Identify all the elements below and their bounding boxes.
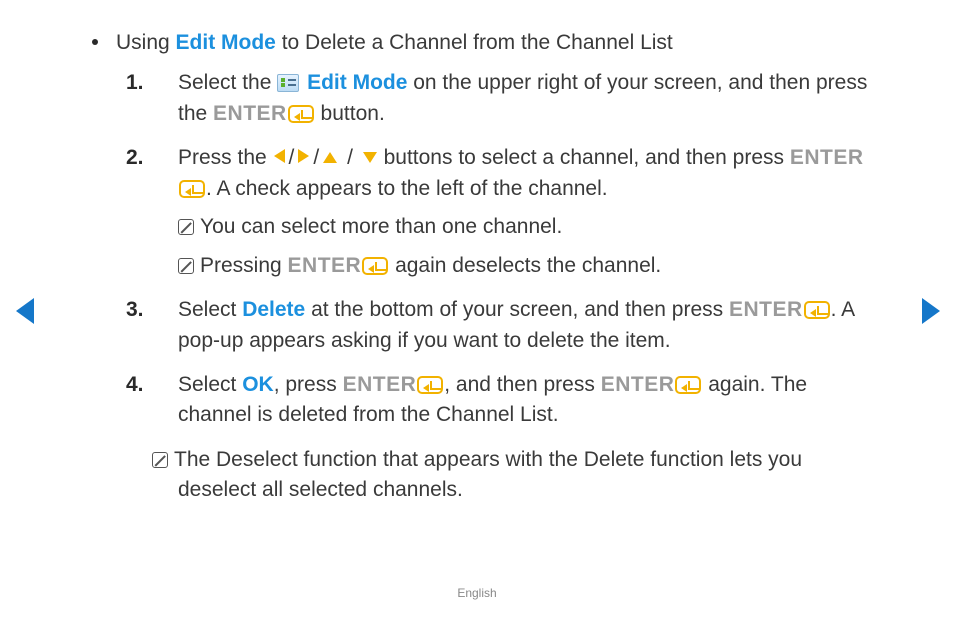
enter-label: ENTER (213, 102, 287, 125)
heading-prefix: Using (116, 31, 176, 54)
enter-label: ENTER (790, 146, 864, 169)
step-1: 1.Select the Edit Mode on the upper righ… (152, 68, 884, 129)
heading-suffix: to Delete a Channel from the Channel Lis… (276, 31, 673, 54)
heading-text: Using Edit Mode to Delete a Channel from… (116, 28, 673, 58)
step-number: 1. (152, 68, 178, 98)
enter-icon (179, 180, 205, 198)
next-page-button[interactable] (922, 298, 940, 324)
enter-icon (362, 257, 388, 275)
step-text: button. (315, 102, 385, 125)
step-number: 4. (152, 370, 178, 400)
step-text: Press the (178, 146, 273, 169)
step-text: buttons to select a channel, and then pr… (378, 146, 790, 169)
enter-icon (288, 105, 314, 123)
ok-link: OK (242, 373, 274, 396)
edit-mode-icon (277, 74, 299, 92)
note-icon (178, 258, 194, 274)
note-row: You can select more than one channel. (178, 212, 884, 242)
step-4: 4.Select OK, press ENTER, and then press… (152, 370, 884, 431)
step-text: . A check appears to the left of the cha… (206, 177, 608, 200)
footer-language: English (0, 585, 954, 602)
enter-icon (417, 376, 443, 394)
slash: / (289, 146, 295, 169)
step-text: , and then press (444, 373, 600, 396)
enter-label: ENTER (729, 298, 803, 321)
note-text: Pressing (200, 254, 288, 277)
note-text: You can select more than one channel. (200, 215, 562, 238)
step-text: Select (178, 373, 242, 396)
outer-note-row: The Deselect function that appears with … (152, 445, 884, 506)
arrow-down-icon (363, 152, 377, 163)
heading-row: Using Edit Mode to Delete a Channel from… (92, 28, 884, 58)
edit-mode-link: Edit Mode (307, 71, 407, 94)
note-icon (152, 452, 168, 468)
note-icon (178, 219, 194, 235)
note-text: again deselects the channel. (389, 254, 661, 277)
note-row: Pressing ENTER again deselects the chann… (178, 251, 884, 281)
step-2: 2.Press the / / / buttons to select a cha… (152, 143, 884, 281)
arrow-up-icon (323, 152, 337, 163)
steps-list: 1.Select the Edit Mode on the upper righ… (152, 68, 884, 430)
document-body: Using Edit Mode to Delete a Channel from… (0, 0, 954, 506)
delete-link: Delete (242, 298, 305, 321)
step-text: Select (178, 298, 242, 321)
enter-icon (675, 376, 701, 394)
step-text: Select the (178, 71, 277, 94)
outer-note-text: The Deselect function that appears with … (174, 448, 802, 501)
enter-icon (804, 301, 830, 319)
step-text: at the bottom of your screen, and then p… (305, 298, 729, 321)
prev-page-button[interactable] (16, 298, 34, 324)
step-number: 3. (152, 295, 178, 325)
heading-link: Edit Mode (176, 31, 276, 54)
arrow-left-icon (274, 149, 285, 163)
slash: / (347, 146, 353, 169)
slash: / (313, 146, 319, 169)
arrow-right-icon (298, 149, 309, 163)
enter-label: ENTER (343, 373, 417, 396)
step-number: 2. (152, 143, 178, 173)
step-text: , press (274, 373, 343, 396)
enter-label: ENTER (601, 373, 675, 396)
bullet-icon (92, 39, 98, 45)
enter-label: ENTER (288, 254, 362, 277)
step-3: 3.Select Delete at the bottom of your sc… (152, 295, 884, 356)
